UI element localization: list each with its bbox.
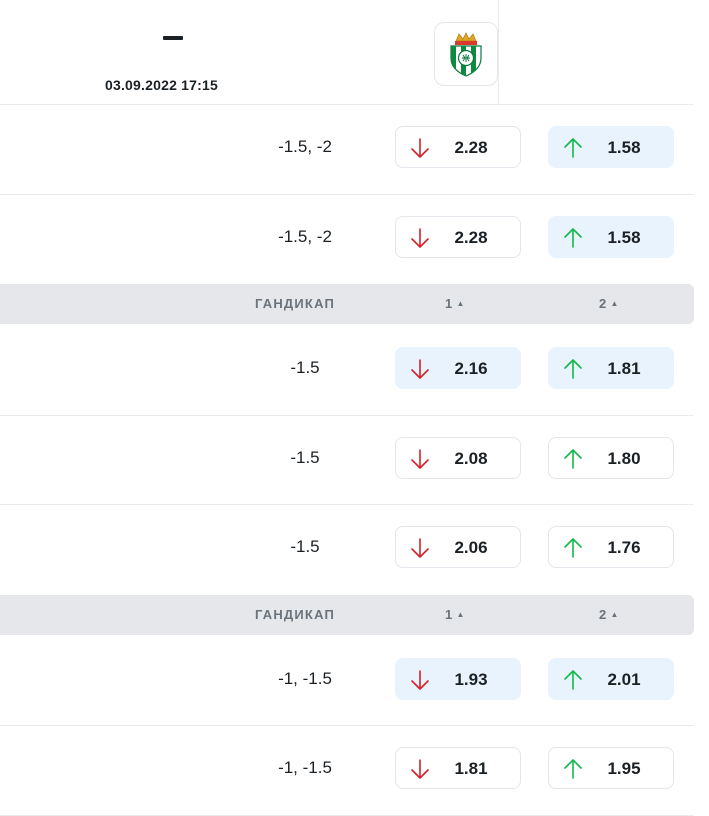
odd-button-home[interactable]: 1.93 xyxy=(395,657,521,700)
handicap-value: -1, -1.5 xyxy=(278,668,332,688)
away-team-logo[interactable] xyxy=(434,22,498,86)
odd-value: 1.58 xyxy=(607,227,641,247)
odds-row: -1.5 2.08 1.80 xyxy=(0,415,709,505)
odd-value: 1.81 xyxy=(607,359,641,378)
odds-row: -1, -1.5 1.93 2.01 xyxy=(0,636,709,726)
handicap-value: -1.5 xyxy=(290,447,320,467)
odd-button-home[interactable]: 2.16 xyxy=(395,347,521,389)
odds-row: -1.5 2.16 1.81 xyxy=(0,325,709,415)
score-separator xyxy=(163,36,183,40)
odd-value: 2.06 xyxy=(454,538,488,557)
odds-row: -1, -1.5 1.81 1.95 xyxy=(0,725,709,815)
handicap-value: -1.5, -2 xyxy=(278,137,332,156)
arrow-down-icon xyxy=(411,448,429,469)
arrow-up-icon xyxy=(564,759,582,779)
arrow-up-icon xyxy=(564,448,582,469)
sort-asc-icon: ▲ xyxy=(610,299,620,308)
real-betis-crest-icon xyxy=(450,32,482,77)
arrow-down-icon xyxy=(411,538,429,558)
sort-asc-icon: ▲ xyxy=(456,609,466,619)
odd-value: 2.16 xyxy=(454,359,488,378)
sort-column-2[interactable]: 2 ▲ xyxy=(599,607,620,622)
arrow-down-icon xyxy=(411,227,429,248)
odd-value: 2.28 xyxy=(454,227,488,247)
odd-value: 1.81 xyxy=(454,759,488,778)
row-divider xyxy=(0,814,694,816)
odd-value: 2.01 xyxy=(607,669,641,689)
column-2-label: 2 xyxy=(599,296,608,311)
odd-value: 1.58 xyxy=(607,138,641,157)
odd-button-away[interactable]: 1.81 xyxy=(548,347,674,389)
odds-row: -1.5 2.06 1.76 xyxy=(0,504,709,594)
odd-value: 1.80 xyxy=(607,448,641,468)
section-title: ГАНДИКАП xyxy=(255,606,336,622)
column-divider xyxy=(498,0,499,104)
sort-asc-icon: ▲ xyxy=(456,299,466,308)
handicap-value: -1.5, -2 xyxy=(278,226,332,246)
odd-value: 2.08 xyxy=(454,448,488,468)
column-2-label: 2 xyxy=(599,606,608,622)
odd-button-home[interactable]: 2.28 xyxy=(395,215,521,258)
arrow-up-icon xyxy=(564,669,582,690)
odd-button-home[interactable]: 2.08 xyxy=(395,436,521,479)
arrow-up-icon xyxy=(564,538,582,558)
match-datetime: 03.09.2022 17:15 xyxy=(105,77,218,93)
odd-button-away[interactable]: 1.58 xyxy=(548,126,674,168)
handicap-value: -1.5 xyxy=(290,358,320,377)
sort-column-2[interactable]: 2 ▲ xyxy=(599,296,620,311)
handicap-value: -1.5 xyxy=(290,537,320,556)
odd-button-away[interactable]: 1.58 xyxy=(548,215,674,258)
handicap-section-header: ГАНДИКАП 1 ▲ 2 ▲ xyxy=(0,284,694,324)
odd-button-home[interactable]: 2.06 xyxy=(395,526,521,568)
arrow-down-icon xyxy=(411,759,429,779)
sort-column-1[interactable]: 1 ▲ xyxy=(445,296,466,311)
odd-button-home[interactable]: 1.81 xyxy=(395,747,521,789)
section-title: ГАНДИКАП xyxy=(255,296,336,311)
odd-value: 1.76 xyxy=(607,538,641,557)
sort-asc-icon: ▲ xyxy=(610,609,620,619)
odd-value: 2.28 xyxy=(454,138,488,157)
arrow-up-icon xyxy=(564,138,582,158)
handicap-value: -1, -1.5 xyxy=(278,758,332,777)
odds-row: -1.5, -2 2.28 1.58 xyxy=(0,194,709,284)
odd-button-home[interactable]: 2.28 xyxy=(395,126,521,168)
column-1-label: 1 xyxy=(445,296,454,311)
odd-button-away[interactable]: 2.01 xyxy=(548,657,674,700)
odd-value: 1.95 xyxy=(607,759,641,778)
column-1-label: 1 xyxy=(445,606,454,622)
sort-column-1[interactable]: 1 ▲ xyxy=(445,607,466,622)
odds-row: -1.5, -2 2.28 1.58 xyxy=(0,104,709,194)
odd-button-away[interactable]: 1.76 xyxy=(548,526,674,568)
odd-button-away[interactable]: 1.80 xyxy=(548,436,674,479)
arrow-up-icon xyxy=(564,359,582,379)
match-header: 03.09.2022 17:15 xyxy=(0,0,709,104)
arrow-up-icon xyxy=(564,227,582,248)
arrow-down-icon xyxy=(411,138,429,158)
arrow-down-icon xyxy=(411,359,429,379)
handicap-section-header: ГАНДИКАП 1 ▲ 2 ▲ xyxy=(0,594,694,635)
odd-value: 1.93 xyxy=(454,669,488,689)
odd-button-away[interactable]: 1.95 xyxy=(548,747,674,789)
arrow-down-icon xyxy=(411,669,429,690)
